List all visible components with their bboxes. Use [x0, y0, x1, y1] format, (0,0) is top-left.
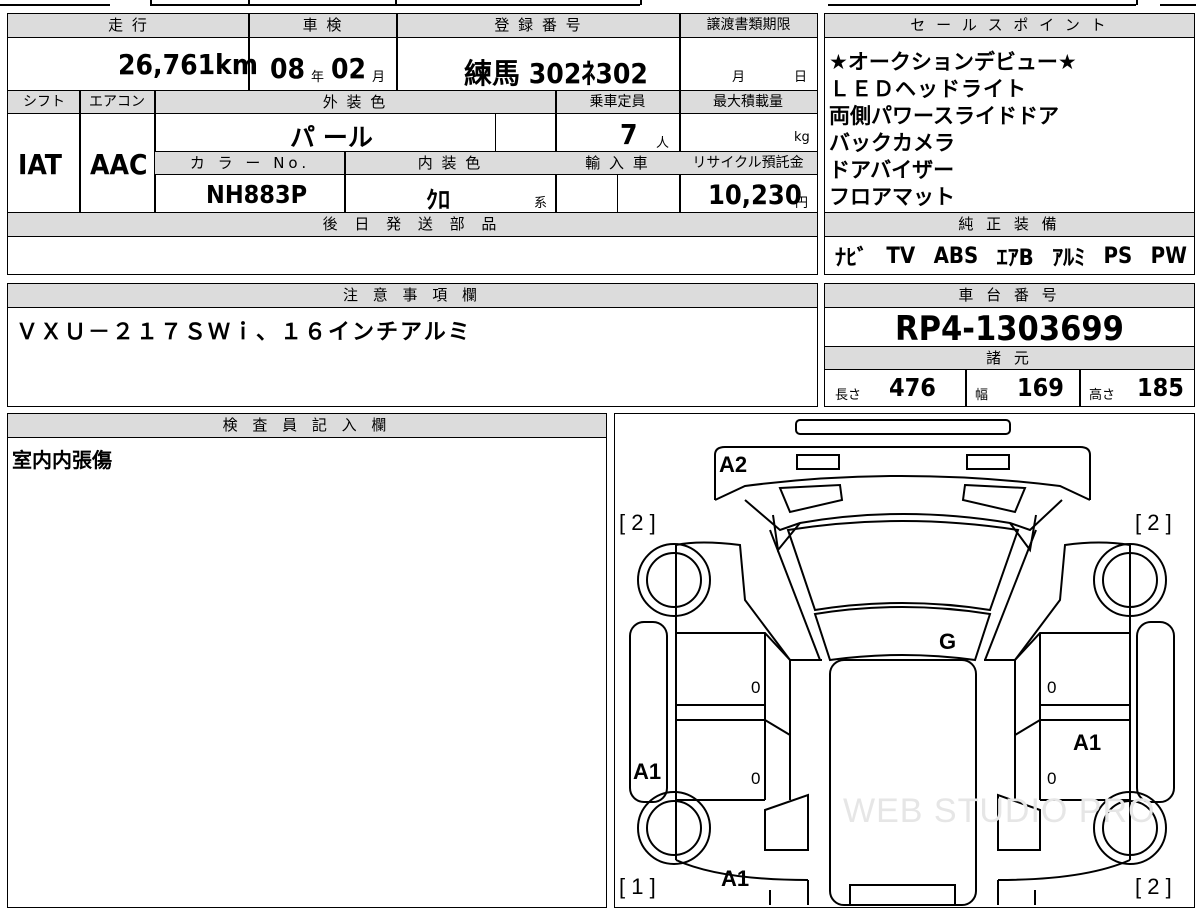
- transfer-month: 月: [732, 70, 746, 85]
- mileage-value: 26,761: [118, 48, 216, 81]
- capacity-header: 乗車定員: [556, 91, 679, 113]
- inspector-text: 室内内張傷: [12, 448, 112, 472]
- notes-panel: 注 意 事 項 欄 ＶＸＵ－２１７ＳＷｉ、１６インチアルミ: [7, 283, 818, 407]
- bracket-front-right: [ 2 ]: [1135, 510, 1172, 535]
- car-diagram: WEB STUDIO PRO A2 G A1 A1 A1 [ 2 ] [ 2 ]…: [614, 413, 1195, 908]
- car-outline: [629, 419, 1175, 906]
- equipment-header: 純 正 装 備: [825, 213, 1194, 236]
- exterior-header: 外 装 色: [154, 91, 556, 113]
- equipment-ps: PS: [1103, 243, 1133, 269]
- equipment-pw: PW: [1150, 243, 1187, 269]
- zero-left-front: 0: [751, 678, 761, 697]
- import-header: 輸 入 車: [556, 152, 679, 174]
- mark-front-bumper: A2: [719, 452, 748, 477]
- vehicle-info-sheet: 走 行 車 検 登 録 番 号 譲渡書類期限 26,761 km 08 年 02…: [7, 13, 818, 275]
- inspection-year: 08: [270, 52, 306, 85]
- interior-header: 内 装 色: [345, 152, 555, 174]
- shift-value: IAT: [18, 148, 62, 181]
- recycle-value: 10,230: [708, 180, 802, 211]
- inspection-month-unit: 月: [372, 70, 386, 85]
- length-label: 長さ: [835, 388, 862, 403]
- inspection-header: 車 検: [249, 14, 397, 36]
- equipment-abs: ABS: [933, 243, 979, 269]
- mark-left-rear-door: A1: [633, 759, 662, 784]
- bracket-front-left: [ 2 ]: [619, 510, 656, 535]
- width-label: 幅: [975, 388, 989, 403]
- bracket-rear-right: [ 2 ]: [1135, 874, 1172, 899]
- top-strip: [0, 0, 1200, 6]
- zero-left-rear: 0: [751, 769, 761, 788]
- chassis-header: 車 台 番 号: [825, 284, 1194, 307]
- specs-header: 諸 元: [825, 347, 1194, 369]
- registration-number: 練馬 302ﾈ302: [464, 57, 648, 90]
- recycle-unit: 円: [795, 196, 809, 211]
- zero-right-rear: 0: [1047, 769, 1057, 788]
- notes-text: ＶＸＵ－２１７ＳＷｉ、１６インチアルミ: [16, 320, 472, 345]
- color-no-header: カ ラ ー No.: [155, 152, 345, 174]
- capacity-value: 7: [620, 118, 638, 151]
- width-value: 169: [1017, 373, 1064, 402]
- exterior-value: パ ール: [290, 123, 373, 152]
- equipment-tv: TV: [886, 243, 916, 269]
- inspection-year-unit: 年: [311, 70, 325, 85]
- mark-right-front-door: A1: [1073, 730, 1102, 755]
- diagram-watermark: WEB STUDIO PRO: [843, 792, 1156, 830]
- transfer-header: 譲渡書類期限: [680, 14, 817, 36]
- sales-points-panel: セ ー ル ス ポ イ ン ト ★オークションデビュー★ ＬＥＤヘッドライト 両…: [824, 13, 1195, 275]
- sales-point-2: ＬＥＤヘッドライト: [829, 77, 1027, 101]
- equipment-list: ﾅﾋﾞ TV ABS ｴｱB ｱﾙﾐ PS PW: [835, 240, 1187, 272]
- ac-value: AAC: [90, 148, 148, 181]
- equipment-airbag: ｴｱB: [996, 246, 1034, 271]
- transfer-day: 日: [794, 70, 808, 85]
- interior-unit: 系: [534, 196, 548, 211]
- ac-header: エアコン: [80, 91, 154, 113]
- interior-value: ｸﾛ: [426, 186, 450, 214]
- mark-windshield: G: [939, 629, 957, 654]
- sales-point-1: ★オークションデビュー★: [829, 50, 1077, 74]
- height-label: 高さ: [1089, 388, 1116, 403]
- recycle-header: リサイクル預託金: [679, 152, 817, 174]
- capacity-unit: 人: [656, 136, 670, 151]
- notes-header: 注 意 事 項 欄: [8, 284, 817, 307]
- chassis-number: RP4-1303699: [895, 309, 1124, 349]
- height-value: 185: [1137, 373, 1184, 402]
- inspector-header: 検 査 員 記 入 欄: [8, 414, 606, 437]
- sales-point-5: ドアバイザー: [829, 158, 955, 182]
- mark-rear-left: A1: [721, 866, 750, 891]
- equipment-alloy: ｱﾙﾐ: [1052, 246, 1086, 271]
- mileage-header: 走 行: [8, 14, 249, 36]
- sales-point-6: フロアマット: [829, 185, 955, 209]
- equipment-navi: ﾅﾋﾞ: [835, 246, 869, 271]
- inspector-panel: 検 査 員 記 入 欄 室内内張傷: [7, 413, 607, 908]
- registration-header: 登 録 番 号: [397, 14, 680, 36]
- color-no-value: NH883P: [206, 180, 308, 209]
- sales-point-4: バックカメラ: [829, 131, 955, 155]
- max-load-header: 最大積載量: [679, 91, 817, 113]
- inspection-month: 02: [331, 52, 367, 85]
- sales-points-header: セ ー ル ス ポ イ ン ト: [825, 14, 1194, 37]
- mileage-unit: km: [215, 48, 258, 81]
- zero-right-front: 0: [1047, 678, 1057, 697]
- sales-point-3: 両側パワースライドドア: [829, 104, 1059, 128]
- later-parts-header: 後 日 発 送 部 品: [8, 213, 817, 236]
- shift-header: シフト: [8, 91, 80, 113]
- length-value: 476: [889, 373, 936, 402]
- chassis-panel: 車 台 番 号 RP4-1303699 諸 元 長さ 476 幅 169 高さ …: [824, 283, 1195, 407]
- max-load-unit: kg: [794, 130, 810, 145]
- bracket-rear-left: [ 1 ]: [619, 874, 656, 899]
